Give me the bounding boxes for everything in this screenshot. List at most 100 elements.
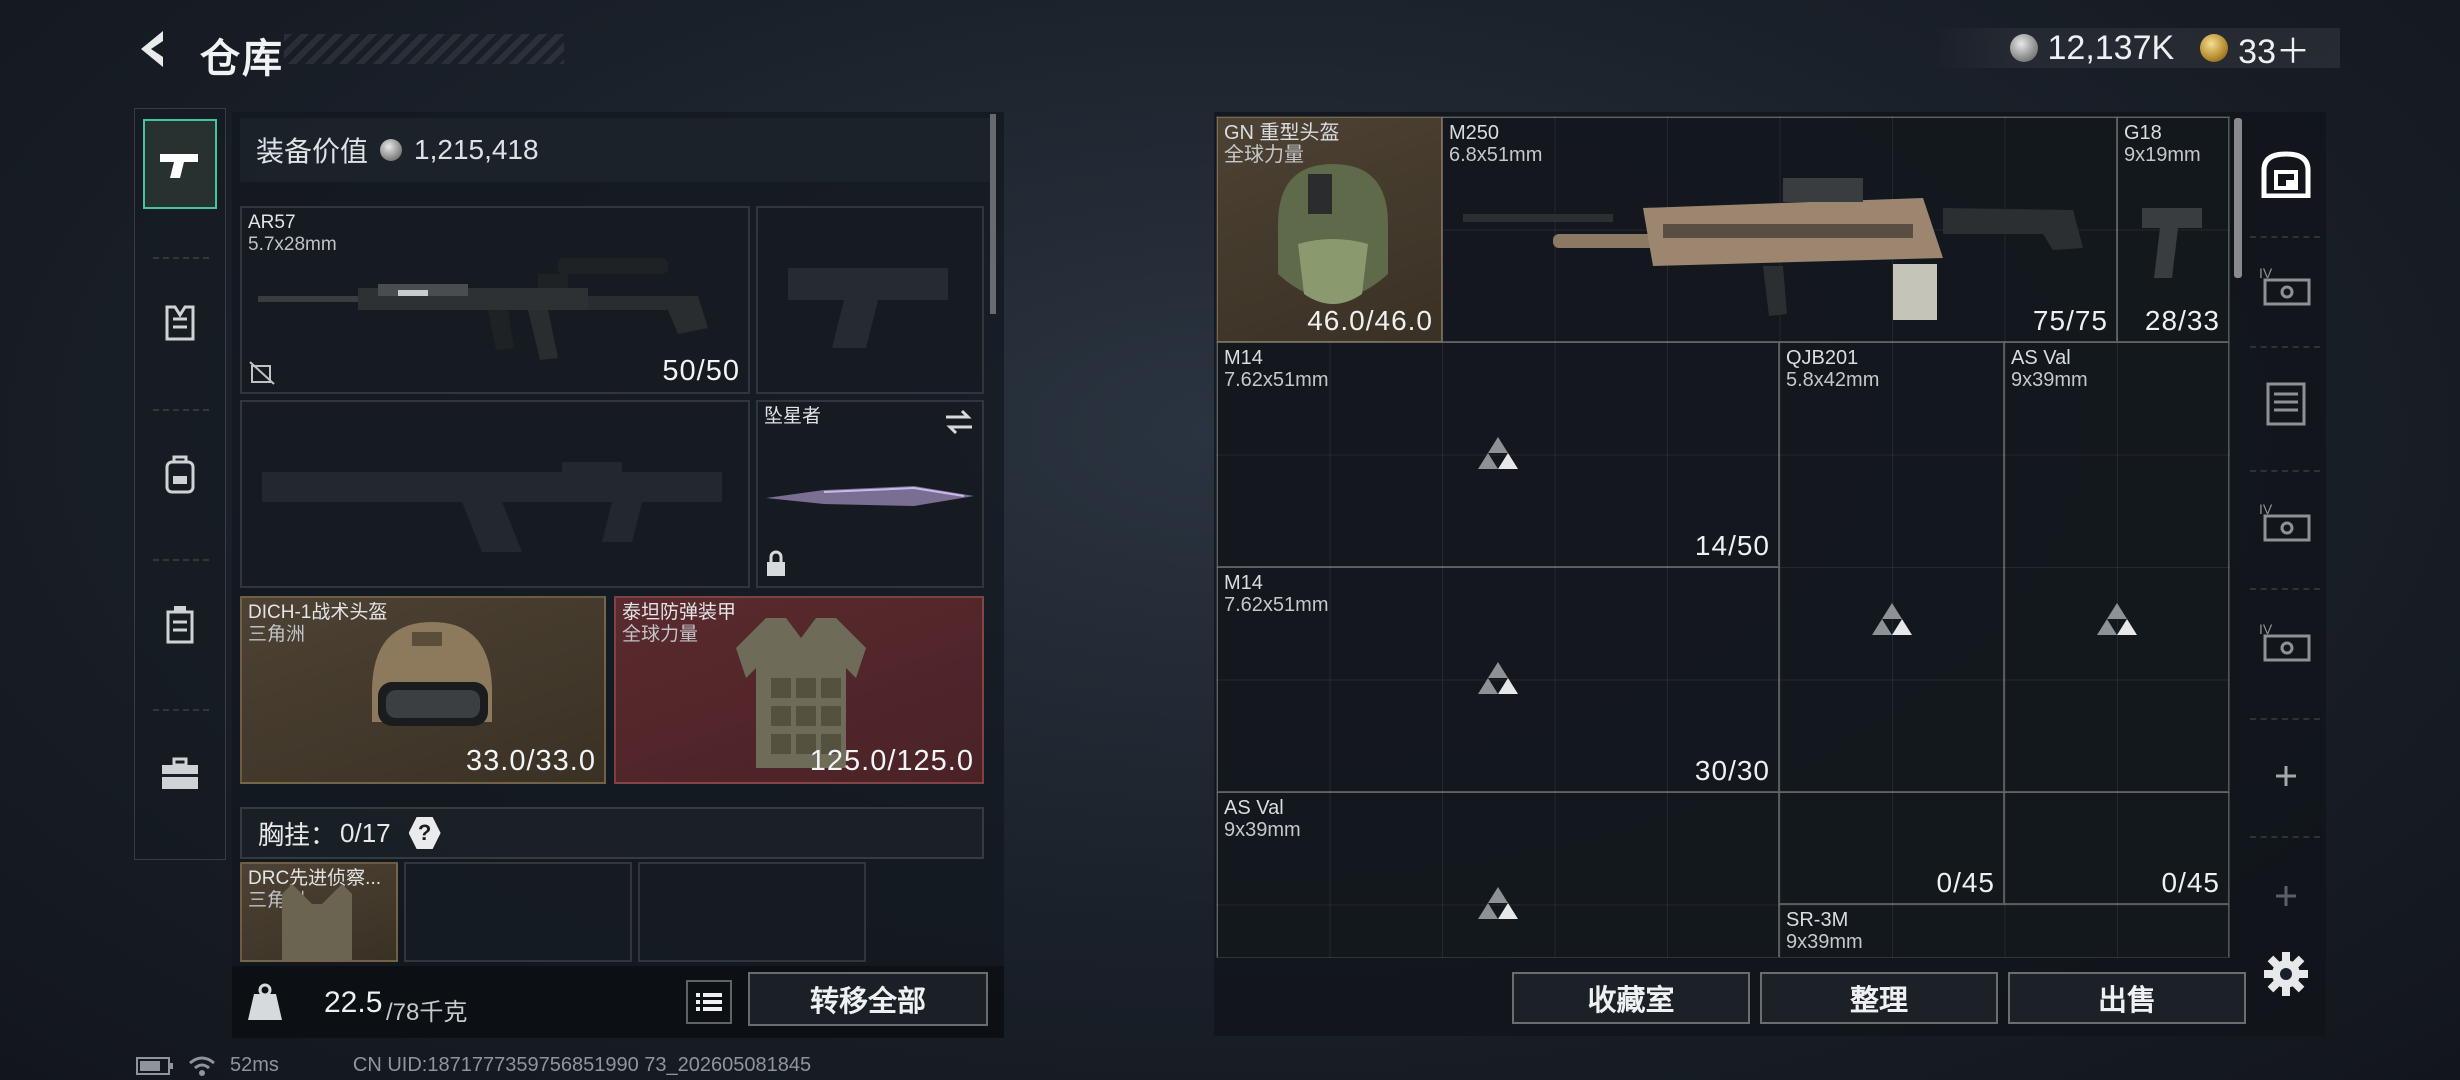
rig-empty-slot[interactable] [638, 862, 866, 962]
rail-container[interactable]: IV [2256, 492, 2316, 552]
item-count: 46.0/46.0 [1307, 305, 1433, 336]
placeholder-triangles-icon [1478, 887, 1518, 919]
rail-storage[interactable] [2256, 374, 2316, 434]
back-button[interactable] [128, 22, 182, 76]
grid-item[interactable]: 0/45 [1779, 792, 2004, 904]
item-count: 30/30 [1694, 755, 1770, 786]
rig-empty-slot[interactable] [404, 862, 632, 962]
chest-rig-capacity: 0/17 [340, 817, 391, 848]
settings-button[interactable] [2256, 944, 2316, 1004]
list-icon [696, 993, 722, 1011]
nav-backpack[interactable] [143, 429, 217, 519]
secondary-weapon-slot[interactable] [240, 400, 750, 588]
item-sub: 9x39mm [2011, 369, 2088, 391]
armor-slot[interactable]: 泰坦防弹装甲 全球力量 125.0/125.0 [614, 596, 984, 784]
helmet-durability: 33.0/33.0 [466, 745, 596, 777]
list-view-button[interactable] [686, 980, 732, 1024]
sort-button[interactable]: 整理 [1760, 972, 1998, 1024]
status-bar: 52ms CN UID:1871777359756851990 73_20260… [136, 1054, 811, 1077]
grid-item[interactable]: GN 重型头盔 全球力量 46.0/46.0 [1217, 117, 1442, 342]
lock-icon [767, 550, 785, 576]
help-icon[interactable]: ? [408, 817, 441, 849]
melee-slot[interactable]: 坠星者 [756, 400, 984, 588]
rail-container[interactable]: IV [2256, 612, 2316, 672]
title-decoration [284, 34, 564, 64]
pistol-slot[interactable] [756, 206, 984, 394]
rig-item-icon [282, 884, 352, 960]
armor-region: 全球力量 [622, 624, 699, 645]
gold-amount: 33＋ [2238, 32, 2310, 71]
helmet-slot[interactable]: DICH-1战术头盔 三角洲 33.0/33.0 [240, 596, 606, 784]
back-arrow-icon [141, 31, 163, 67]
item-sub: 6.8x51mm [1449, 144, 1543, 166]
item-sub: 7.62x51mm [1224, 594, 1329, 616]
primary-weapon-slot[interactable]: AR57 5.7x28mm 50/50 [240, 206, 750, 394]
item-name: GN 重型头盔 [1224, 122, 1340, 144]
currency-bar: 12,137K 33＋ [1929, 28, 2340, 71]
item-sub: 9x19mm [2124, 144, 2201, 166]
machine-gun-icon [1463, 178, 2083, 320]
item-name: SR-3M [1786, 909, 1849, 931]
weight-value: 22.5 [324, 986, 383, 1019]
item-count: 75/75 [2032, 305, 2108, 336]
placeholder-triangles-icon [1872, 603, 1912, 635]
silver-amount: 12,137K [2047, 28, 2175, 67]
grid-item[interactable]: 0/45 [2004, 792, 2229, 904]
stash-scrollbar[interactable] [2234, 118, 2242, 278]
equipment-value: 装备价值 1,215,418 [240, 118, 990, 182]
item-name: M14 [1224, 572, 1263, 594]
placeholder-triangles-icon [1478, 437, 1518, 469]
weight-icon [248, 983, 282, 1020]
page-title: 仓库 [200, 37, 284, 81]
gear-icon [2264, 952, 2308, 996]
nav-weapons[interactable] [143, 119, 217, 209]
helmet-region: 三角洲 [248, 624, 306, 645]
equipment-category-nav [134, 108, 226, 860]
armor-durability: 125.0/125.0 [809, 745, 974, 777]
grid-item[interactable]: M14 7.62x51mm 14/50 [1217, 342, 1779, 567]
equip-value-amount: 1,215,418 [414, 134, 539, 165]
chest-rig-header: 胸挂： 0/17 ? [240, 807, 984, 859]
gold-coin-icon [2200, 34, 2229, 62]
rifle-silhouette-icon [262, 462, 722, 552]
user-uid: CN UID:1871777359756851990 73_2026050818… [352, 1054, 812, 1076]
backpack-icon [165, 455, 195, 494]
grid-item[interactable]: G18 9x19mm 28/33 [2117, 117, 2229, 342]
item-sub: 9x39mm [1786, 931, 1863, 953]
grid-item[interactable]: QJB201 5.8x42mm [1779, 342, 2004, 792]
weight-max: /78千克 [386, 999, 468, 1026]
stash-icon [2261, 151, 2311, 198]
grid-item[interactable]: M14 7.62x51mm 30/30 [1217, 567, 1779, 792]
container-icon: IV [2259, 621, 2311, 662]
battery-icon [136, 1056, 173, 1075]
storage-icon [2266, 382, 2306, 426]
rig-item-slot[interactable]: DRC先进侦察... 三角洲 [240, 862, 398, 962]
placeholder-triangles-icon [2097, 603, 2137, 635]
swap-icon[interactable] [942, 408, 976, 436]
transfer-all-button[interactable]: 转移全部 [748, 972, 988, 1026]
plus-icon [2276, 766, 2296, 786]
left-scrollbar[interactable] [990, 114, 996, 314]
nav-armor[interactable] [143, 279, 217, 369]
pistol-icon [160, 154, 198, 178]
grid-item[interactable]: AS Val 9x39mm [1217, 792, 1779, 957]
nav-rig[interactable] [143, 579, 217, 669]
rail-add-button[interactable] [2256, 746, 2316, 806]
silver-coin-icon [380, 139, 403, 161]
sell-button[interactable]: 出售 [2008, 972, 2246, 1024]
container-icon: IV [2259, 265, 2311, 306]
rail-container[interactable]: IV [2256, 256, 2316, 316]
placeholder-triangles-icon [1478, 662, 1518, 694]
item-count: 14/50 [1694, 530, 1770, 561]
knife-icon [766, 486, 974, 506]
item-count: 0/45 [1936, 867, 1995, 898]
grid-item[interactable]: SR-3M 9x39mm [1779, 904, 2229, 957]
pistol-silhouette-icon [788, 268, 948, 348]
collection-room-button[interactable]: 收藏室 [1512, 972, 1750, 1024]
nav-case[interactable] [143, 729, 217, 819]
grid-item[interactable]: M250 6.8x51mm 75/75 [1442, 117, 2117, 342]
item-sub: 7.62x51mm [1224, 369, 1329, 391]
grid-item[interactable]: AS Val 9x39mm [2004, 342, 2229, 792]
rail-stash[interactable] [2256, 144, 2316, 204]
rail-add-button[interactable] [2256, 866, 2316, 926]
